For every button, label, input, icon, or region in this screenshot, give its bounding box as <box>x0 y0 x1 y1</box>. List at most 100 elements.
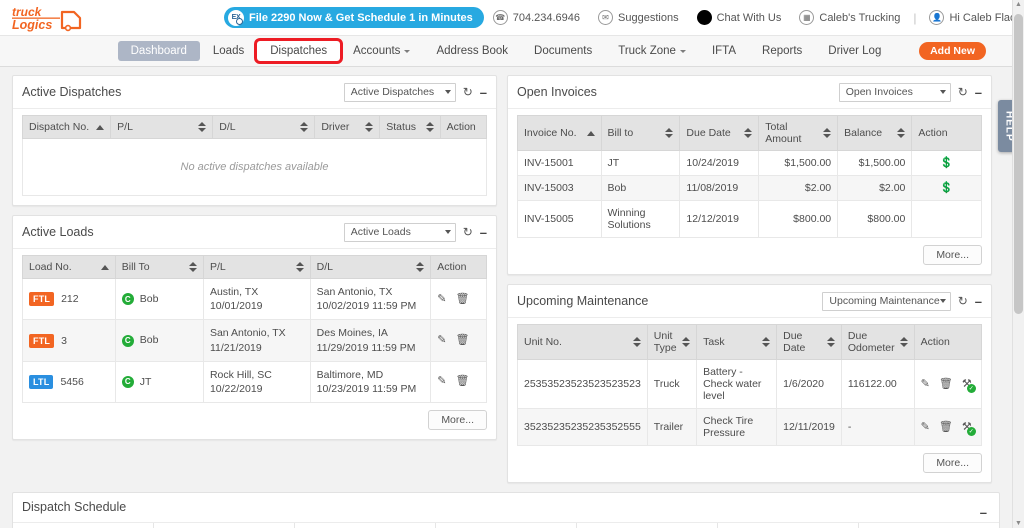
minimize-icon[interactable]: – <box>975 86 982 99</box>
edit-icon[interactable]: ✎ <box>437 376 446 387</box>
table-row[interactable]: LTL 5456 C JT Rock Hill, SC 10/22/2019 Balt… <box>22 360 487 404</box>
table-row[interactable]: FTL 3 C Bob San Antonio, TX 11/21/2019 Des … <box>22 319 487 362</box>
nav-loads[interactable]: Loads <box>200 41 257 61</box>
col-unit-no[interactable]: Unit No. <box>517 324 648 360</box>
edit-icon[interactable]: ✎ <box>437 335 446 346</box>
col-status[interactable]: Status <box>379 115 441 139</box>
delete-icon[interactable]: 🗑 <box>939 421 953 433</box>
nav-ifta[interactable]: IFTA <box>699 41 749 61</box>
col-driver[interactable]: Driver <box>314 115 381 139</box>
open-invoices-more-button[interactable]: More... <box>923 245 982 265</box>
table-row[interactable]: 25353523523523523523 Truck Battery - Che… <box>517 359 983 409</box>
edit-icon[interactable]: ✎ <box>921 421 930 433</box>
col-bill-to[interactable]: Bill to <box>600 115 681 151</box>
col-load-no[interactable]: Load No. <box>22 255 116 279</box>
refresh-icon[interactable]: ↻ <box>463 86 473 98</box>
col-unit-type[interactable]: Unit Type <box>646 324 698 360</box>
refresh-icon[interactable]: ↻ <box>958 86 968 98</box>
scrollbar-thumb[interactable] <box>1014 14 1023 314</box>
edit-icon[interactable]: ✎ <box>437 293 446 305</box>
record-payment-icon[interactable]: 💲 <box>940 157 954 169</box>
col-invoice-no[interactable]: Invoice No. <box>517 115 602 151</box>
minimize-icon[interactable]: – <box>480 86 487 99</box>
cell-bill-to: C JT <box>114 360 204 404</box>
load-type-badge: FTL <box>29 333 55 348</box>
table-row[interactable]: FTL 212 C Bob Austin, TX 10/01/2019 San Ant… <box>22 277 487 321</box>
column-label: Driver <box>321 121 350 133</box>
cell-dl: Des Moines, IA 11/29/2019 11:59 PM <box>309 319 432 362</box>
schedule-day[interactable]: SUNDEC 15 Available2 <box>859 523 999 528</box>
load-type-badge: FTL <box>29 292 55 307</box>
table-row[interactable]: INV-15001 JT 10/24/2019 $1,500.00 $1,500… <box>517 150 982 176</box>
schedule-day[interactable]: THUDEC 12 Available2 <box>436 523 577 528</box>
table-row[interactable]: 35235235235235352555 Trailer Check Tire … <box>517 408 983 446</box>
sort-asc-icon <box>96 124 105 130</box>
col-due-date[interactable]: Due Date <box>776 324 842 360</box>
nav-label: Reports <box>762 45 803 57</box>
col-due-odometer[interactable]: Due Odometer <box>840 324 915 360</box>
panel-title: Upcoming Maintenance <box>517 294 649 308</box>
header-user[interactable]: 👤 Hi Caleb Flachman <box>920 10 1024 25</box>
nav-label: Dashboard <box>130 45 187 57</box>
refresh-icon[interactable]: ↻ <box>958 295 968 307</box>
nav-reports[interactable]: Reports <box>749 41 815 61</box>
active-loads-more-button[interactable]: More... <box>428 410 487 431</box>
delete-icon[interactable]: 🗑 <box>939 378 953 390</box>
nav-documents[interactable]: Documents <box>521 41 605 61</box>
header-phone[interactable]: ☎ 704.234.6946 <box>484 10 589 25</box>
header-company[interactable]: ▦ Caleb's Trucking <box>790 10 909 25</box>
record-payment-icon[interactable]: 💲 <box>940 182 954 194</box>
complete-maintenance-icon[interactable]: ⚒ ✓ <box>962 378 976 393</box>
schedule-day[interactable]: FRIDEC 13 Available2 <box>577 523 718 528</box>
table-row[interactable]: INV-15005 Winning Solutions 12/12/2019 $… <box>517 200 982 238</box>
active-loads-filter-select[interactable]: Active Loads <box>343 222 456 242</box>
schedule-day[interactable]: WEDDEC 11 Available1 <box>295 523 436 528</box>
nav-dispatches[interactable]: Dispatches <box>254 38 344 64</box>
nav-driver-log[interactable]: Driver Log <box>815 41 894 61</box>
col-task[interactable]: Task <box>696 324 778 360</box>
nav-address-book[interactable]: Address Book <box>423 41 521 61</box>
suggestions-label: Suggestions <box>618 11 679 24</box>
trucklogics-logo[interactable]: truck Logics <box>8 3 88 33</box>
nav-truck-zone[interactable]: Truck Zone <box>605 41 699 61</box>
nav-accounts[interactable]: Accounts <box>340 41 423 61</box>
scroll-up-icon[interactable]: ▲ <box>1015 1 1022 8</box>
upcoming-maintenance-filter-select[interactable]: Upcoming Maintenance <box>822 291 951 311</box>
col-due-date[interactable]: Due Date <box>679 115 760 151</box>
promo-banner[interactable]: EX File 2290 Now & Get Schedule 1 in Min… <box>224 7 484 28</box>
col-bill-to[interactable]: Bill To <box>114 255 204 279</box>
page-scrollbar[interactable]: ▲ ▼ <box>1012 0 1024 528</box>
col-pl[interactable]: P/L <box>202 255 311 279</box>
header-chat[interactable]: Chat With Us <box>688 10 791 25</box>
add-new-button[interactable]: Add New <box>919 42 986 60</box>
header-suggestions[interactable]: ✉ Suggestions <box>589 10 688 25</box>
col-balance[interactable]: Balance <box>837 115 913 151</box>
panel-title: Dispatch Schedule <box>22 500 127 514</box>
col-dl[interactable]: D/L <box>309 255 432 279</box>
complete-maintenance-icon[interactable]: ⚒ ✓ <box>962 421 976 436</box>
minimize-icon[interactable]: – <box>980 506 987 519</box>
delete-icon[interactable]: 🗑 <box>456 376 470 387</box>
sort-asc-icon <box>100 264 109 270</box>
table-row[interactable]: INV-15003 Bob 11/08/2019 $2.00 $2.00 💲 <box>517 175 982 201</box>
nav-dashboard[interactable]: Dashboard <box>117 41 200 61</box>
delete-icon[interactable]: 🗑 <box>456 293 470 305</box>
active-dispatches-filter-select[interactable]: Active Dispatches <box>343 82 456 102</box>
schedule-day[interactable]: SATDEC 14 Available2 <box>718 523 859 528</box>
top-header: truck Logics EX File 2290 Now & Get Sche… <box>0 0 1024 36</box>
col-dispatch-no[interactable]: Dispatch No. <box>21 115 112 139</box>
refresh-icon[interactable]: ↻ <box>463 226 473 238</box>
col-dl[interactable]: D/L <box>212 115 316 139</box>
scroll-down-icon[interactable]: ▼ <box>1015 520 1022 527</box>
schedule-day[interactable]: MONDEC 9 Available2 <box>13 523 154 528</box>
edit-icon[interactable]: ✎ <box>921 378 930 390</box>
minimize-icon[interactable]: – <box>480 226 487 239</box>
minimize-icon[interactable]: – <box>975 295 982 308</box>
schedule-day[interactable]: TUEDEC 10 Available1 <box>154 523 295 528</box>
col-total-amount[interactable]: Total Amount <box>758 115 839 151</box>
sort-both-icon <box>416 262 425 272</box>
col-pl[interactable]: P/L <box>110 115 214 139</box>
upcoming-maintenance-more-button[interactable]: More... <box>923 453 982 473</box>
delete-icon[interactable]: 🗑 <box>456 335 470 346</box>
open-invoices-filter-select[interactable]: Open Invoices <box>838 82 951 102</box>
